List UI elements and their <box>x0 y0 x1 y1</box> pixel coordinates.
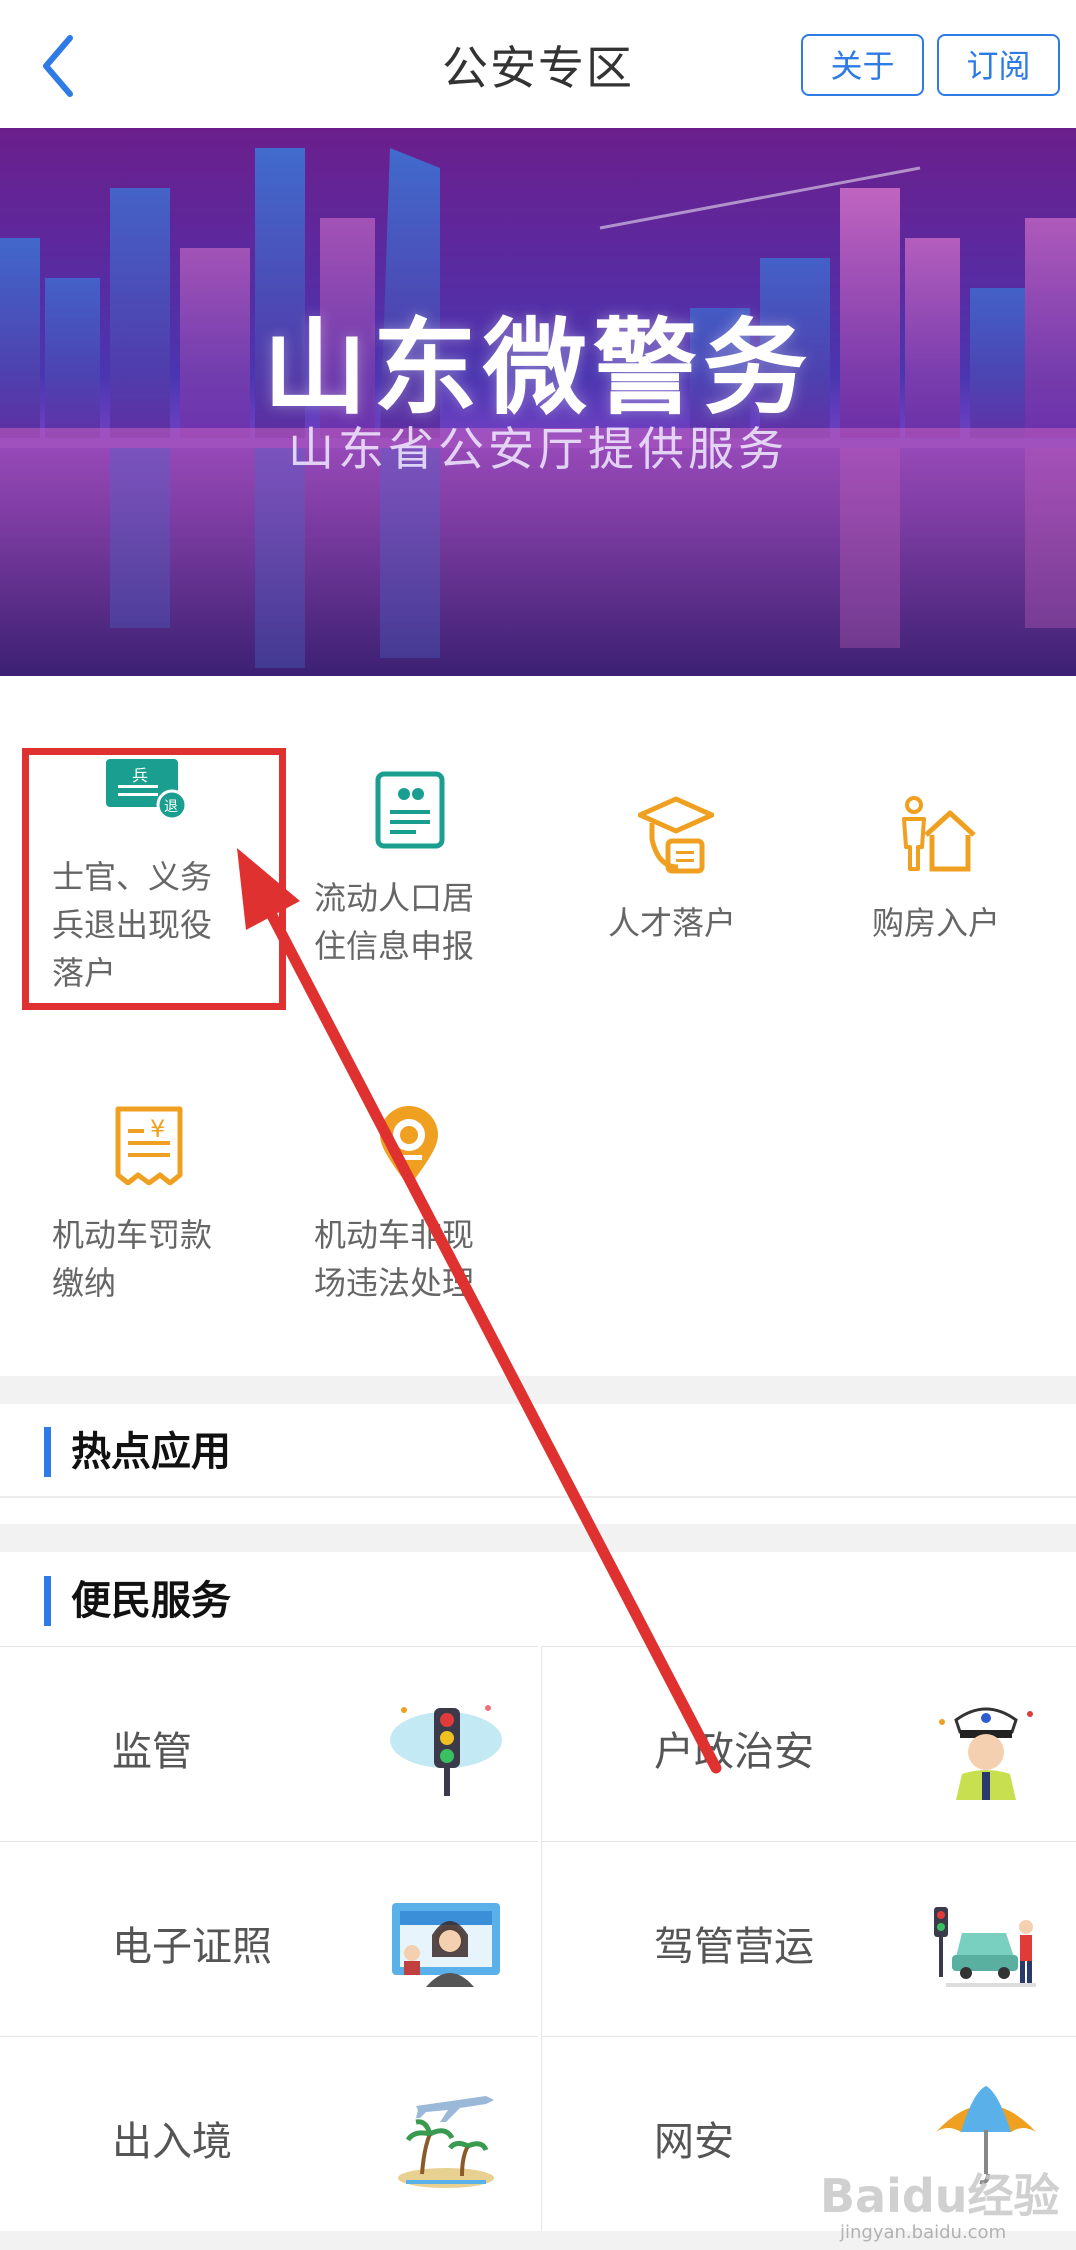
divider-line <box>0 1496 1076 1498</box>
banner-title: 山东微警务 <box>262 307 813 429</box>
service-house-purchase[interactable]: 购房入户 <box>840 795 1076 955</box>
subscribe-button[interactable]: 订阅 <box>937 34 1060 96</box>
service-floating-population[interactable]: 流动人口居 住信息申报 <box>290 770 530 980</box>
service-talent-settlement[interactable]: 人才落户 <box>570 795 810 955</box>
service-label: 购房入户 <box>872 904 1001 942</box>
veteran-card-icon: 兵 退 <box>106 759 188 819</box>
convenience-item-e-license[interactable]: 电子证照 <box>0 1841 538 2036</box>
resident-info-icon <box>375 771 445 849</box>
graduation-cap-icon <box>638 796 714 874</box>
baidu-watermark: Baidu经验 <box>820 2169 1060 2223</box>
top-nav-bar: 公安专区 关于 订阅 <box>0 0 1076 128</box>
section-divider <box>0 1376 1076 1404</box>
service-label: 机动车非现 场违法处理 <box>314 1216 475 1302</box>
convenience-item-exit-entry[interactable]: 出入境 <box>0 2036 538 2231</box>
service-label: 机动车罚款 缴纳 <box>52 1216 213 1302</box>
svg-text:兵: 兵 <box>132 766 148 785</box>
convenience-heading: 便民服务 <box>44 1576 231 1626</box>
police-officer-icon <box>939 1707 1033 1800</box>
id-photo-icon <box>392 1903 500 1987</box>
convenience-item-supervision[interactable]: 监管 <box>0 1646 538 1841</box>
airplane-island-icon <box>398 2096 494 2188</box>
camera-pin-icon <box>380 1106 438 1187</box>
convenience-item-driving-management[interactable]: 驾管营运 <box>542 1841 1076 2036</box>
receipt-yuan-icon: ¥ <box>115 1106 183 1185</box>
about-button[interactable]: 关于 <box>801 34 924 96</box>
traffic-light-icon <box>390 1705 502 1796</box>
section-divider <box>0 1524 1076 1552</box>
service-label: 士官、义务 兵退出现役 落户 <box>52 858 213 992</box>
svg-text:¥: ¥ <box>150 1115 165 1143</box>
svg-text:退: 退 <box>164 799 178 815</box>
driving-crossing-icon <box>934 1907 1036 1987</box>
service-label: 人才落户 <box>608 904 737 942</box>
service-non-site-violation[interactable]: 机动车非现 场违法处理 <box>290 1105 530 1305</box>
baidu-watermark-url: jingyan.baidu.com <box>840 2222 1007 2243</box>
convenience-item-household-security[interactable]: 户政治安 <box>542 1646 1076 1841</box>
banner-subtitle: 山东省公安厅提供服务 <box>288 422 788 476</box>
house-person-icon <box>902 796 976 872</box>
promo-banner[interactable]: 山东微警务 山东省公安厅提供服务 <box>0 128 1076 676</box>
service-vehicle-fine[interactable]: ¥ 机动车罚款 缴纳 <box>30 1105 270 1305</box>
service-label: 流动人口居 住信息申报 <box>314 879 475 965</box>
hot-apps-heading: 热点应用 <box>44 1427 231 1477</box>
service-veteran-settlement[interactable]: 兵 退 士官、义务 兵退出现役 落户 <box>30 755 270 1005</box>
